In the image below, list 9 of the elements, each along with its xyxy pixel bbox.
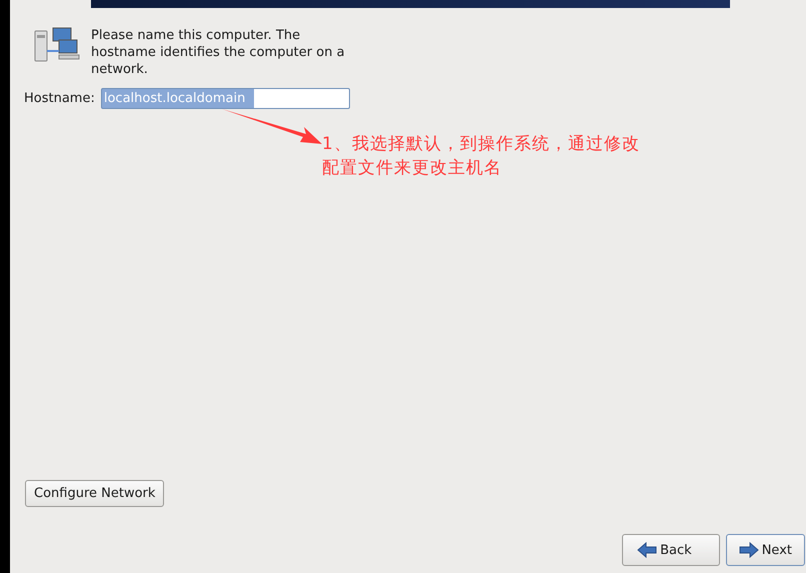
computers-icon bbox=[33, 27, 81, 63]
intro-text: Please name this computer. The hostname identifies the computer on a network. bbox=[91, 27, 346, 78]
annotation-text: 1、我选择默认，到操作系统，通过修改配置文件来更改主机名 bbox=[322, 133, 641, 180]
configure-network-button[interactable]: Configure Network bbox=[25, 480, 164, 507]
hostname-label: Hostname: bbox=[24, 91, 95, 106]
right-arrow-icon bbox=[738, 542, 759, 558]
back-button[interactable]: Back bbox=[622, 534, 720, 566]
next-button[interactable]: Next bbox=[726, 534, 805, 566]
left-arrow-icon bbox=[637, 542, 658, 558]
